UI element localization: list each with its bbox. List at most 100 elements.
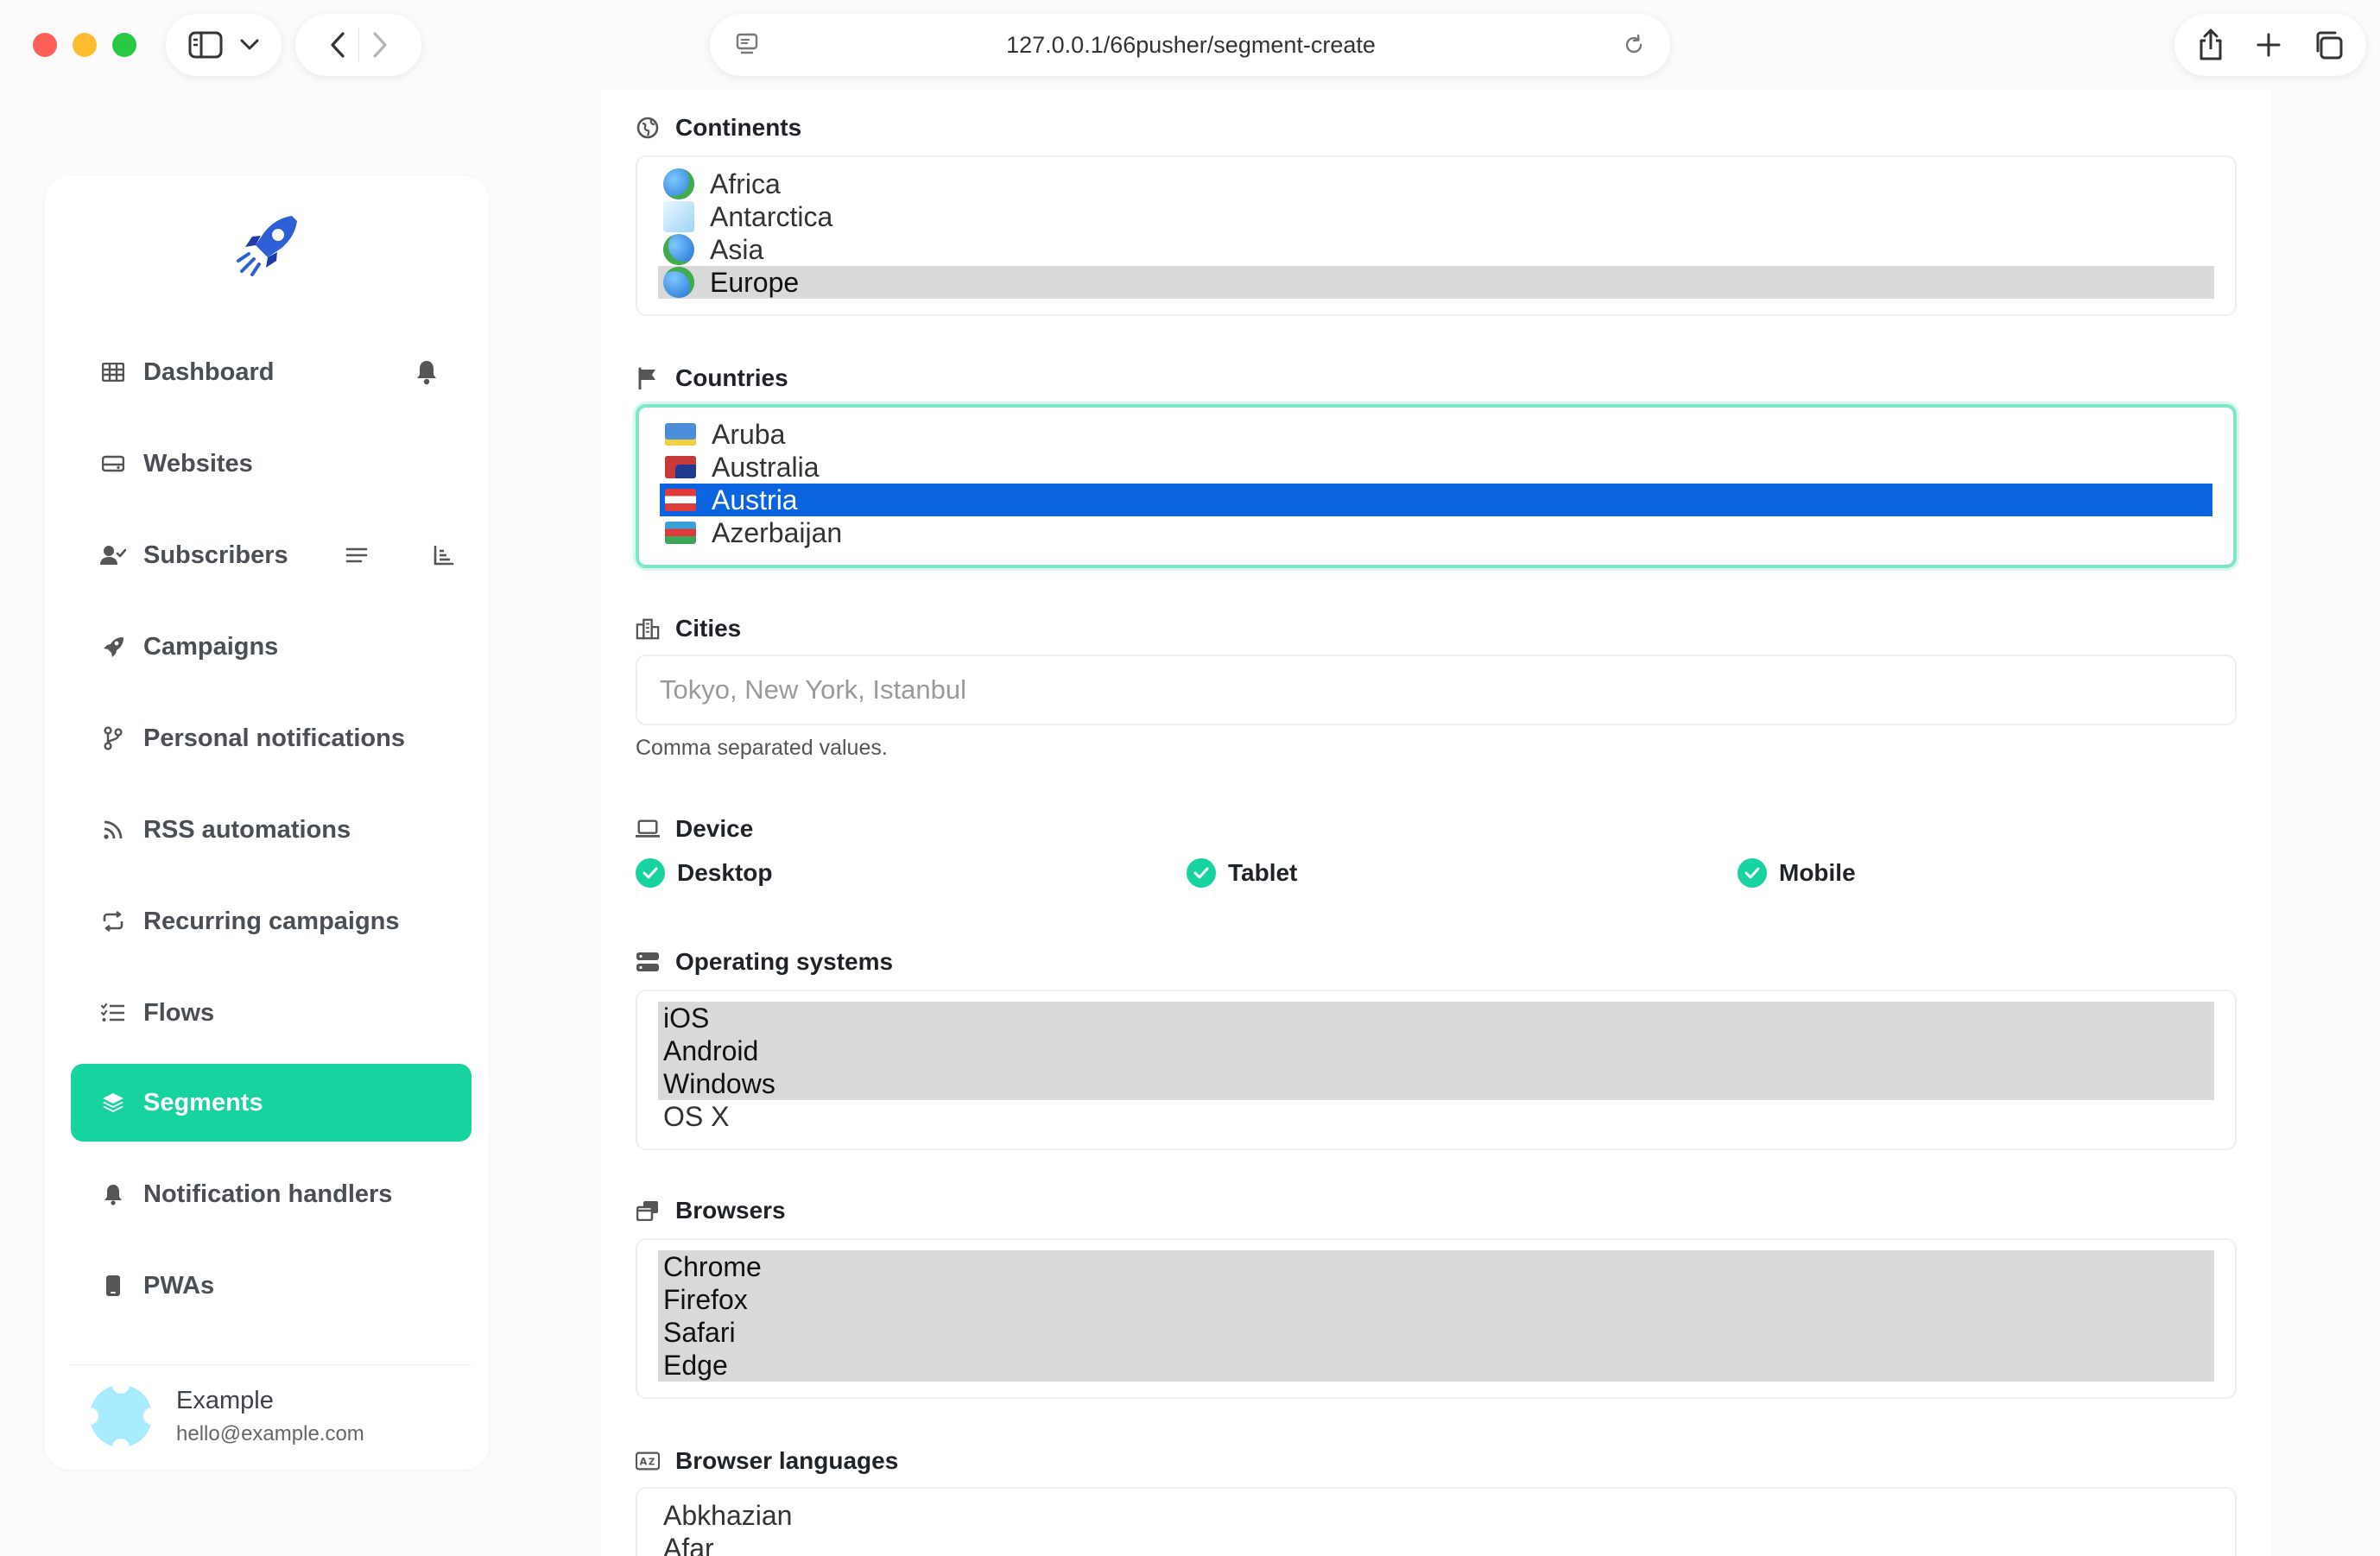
maximize-window-button[interactable] [112,33,136,57]
bar-chart-icon[interactable] [434,545,454,566]
browsers-select[interactable]: Chrome Firefox Safari Edge [636,1238,2237,1399]
sidebar-item-notification-handlers[interactable]: Notification handlers [71,1155,472,1233]
option-label: Chrome [663,1251,762,1282]
countries-label: Countries [636,364,788,392]
country-option[interactable]: Australia [660,451,2212,484]
list-lines-icon[interactable] [345,546,368,565]
os-option-selected[interactable]: Android [658,1034,2214,1067]
country-option[interactable]: Azerbaijan [660,516,2212,549]
rocket-logo-icon[interactable] [231,209,304,281]
address-bar[interactable]: 127.0.0.1/66pusher/segment-create [710,14,1670,76]
table-grid-icon [100,359,126,385]
continent-option[interactable]: Antarctica [658,200,2214,233]
sidebar-item-flows[interactable]: Flows [71,974,472,1052]
cities-help-text: Comma separated values. [636,736,888,760]
sidebar-item-subscribers[interactable]: Subscribers [71,516,472,594]
sidebar-item-label: Segments [143,1088,263,1116]
minimize-window-button[interactable] [73,33,97,57]
flag-azerbaijan-icon [665,522,696,544]
browser-option-selected[interactable]: Chrome [658,1250,2214,1283]
sidebar-item-label: PWAs [143,1271,215,1300]
flag-australia-icon [665,456,696,478]
user-email: hello@example.com [176,1421,364,1445]
option-label: Austria [712,484,798,516]
sidebar-item-recurring-campaigns[interactable]: Recurring campaigns [71,882,472,960]
sidebar-divider [71,1364,472,1365]
browser-actions [2174,14,2366,76]
sidebar-item-personal-notifications[interactable]: Personal notifications [71,699,472,777]
tab-overview-icon[interactable] [2313,29,2344,60]
forward-button[interactable] [371,31,389,59]
sidebar-item-pwas[interactable]: PWAs [71,1247,472,1325]
flag-icon [636,366,660,390]
browser-option-selected[interactable]: Firefox [658,1283,2214,1316]
sidebar-item-label: Subscribers [143,541,288,569]
earth-globe-icon [663,168,694,199]
operating-systems-select[interactable]: iOS Android Windows OS X [636,990,2237,1150]
sidebar-item-segments[interactable]: Segments [71,1064,472,1142]
bell-icon [100,1181,126,1207]
continents-select[interactable]: Africa Antarctica Asia Europe [636,155,2237,316]
rss-icon [100,817,126,843]
bell-icon[interactable] [415,359,439,385]
countries-select[interactable]: Aruba Australia Austria Azerbaijan [636,404,2237,568]
page-settings-icon[interactable] [734,32,760,58]
checkbox-label: Tablet [1228,859,1298,886]
browser-option-selected[interactable]: Safari [658,1316,2214,1349]
earth-globe-icon [663,267,694,298]
check-circle-icon [1187,858,1216,888]
country-option[interactable]: Aruba [660,418,2212,451]
cities-input[interactable] [636,655,2237,725]
device-tablet-checkbox[interactable]: Tablet [1187,858,1297,888]
browser-option-selected[interactable]: Edge [658,1349,2214,1382]
sidebar-item-label: Dashboard [143,357,275,386]
option-label: Android [663,1035,759,1066]
segment-form: Continents Africa Antarctica Asia Europe… [601,90,2271,1556]
sidebar-icon [188,31,223,59]
avatar [90,1385,152,1447]
browsers-label: Browsers [636,1197,786,1224]
new-tab-icon[interactable] [2256,32,2282,58]
user-check-icon [100,542,126,568]
svg-text:Z: Z [649,1458,655,1468]
country-option-selected[interactable]: Austria [660,484,2212,516]
os-option-selected[interactable]: Windows [658,1067,2214,1100]
option-label: Safari [663,1317,736,1348]
os-option[interactable]: OS X [658,1100,2214,1133]
continent-option[interactable]: Africa [658,168,2214,200]
sidebar-item-websites[interactable]: Websites [71,425,472,503]
sidebar-item-rss-automations[interactable]: RSS automations [71,791,472,869]
language-option[interactable]: Afar [658,1532,2214,1556]
chevron-down-icon [240,39,259,51]
sidebar-item-label: Notification handlers [143,1180,393,1208]
sidebar-item-label: Flows [143,998,215,1027]
os-option-selected[interactable]: iOS [658,1002,2214,1034]
share-icon[interactable] [2197,28,2225,61]
checkbox-label: Mobile [1779,859,1856,886]
close-window-button[interactable] [33,33,57,57]
rocket-icon [100,634,126,660]
check-circle-icon [636,858,665,888]
browsers-label-text: Browsers [675,1197,786,1224]
option-label: Windows [663,1068,775,1099]
device-label: Device [636,815,753,843]
option-label: Abkhazian [663,1500,793,1531]
nav-separator [358,28,359,62]
city-icon [636,617,660,641]
continent-option-selected[interactable]: Europe [658,266,2214,299]
device-mobile-checkbox[interactable]: Mobile [1738,858,1856,888]
language-icon: AZ [636,1449,660,1473]
language-option[interactable]: Abkhazian [658,1499,2214,1532]
device-desktop-checkbox[interactable]: Desktop [636,858,772,888]
sidebar-item-dashboard[interactable]: Dashboard [71,333,472,411]
url-text: 127.0.0.1/66pusher/segment-create [1006,31,1376,58]
reload-icon[interactable] [1622,33,1646,57]
browser-languages-select[interactable]: Abkhazian Afar [636,1487,2237,1556]
list-check-icon [100,1000,126,1026]
sidebar: Dashboard Websites Subscribers Campaigns [45,176,489,1470]
continent-option[interactable]: Asia [658,233,2214,266]
sidebar-toggle-button[interactable] [166,14,282,76]
user-profile[interactable]: Example hello@example.com [90,1385,364,1447]
sidebar-item-campaigns[interactable]: Campaigns [71,608,472,686]
back-button[interactable] [329,31,346,59]
